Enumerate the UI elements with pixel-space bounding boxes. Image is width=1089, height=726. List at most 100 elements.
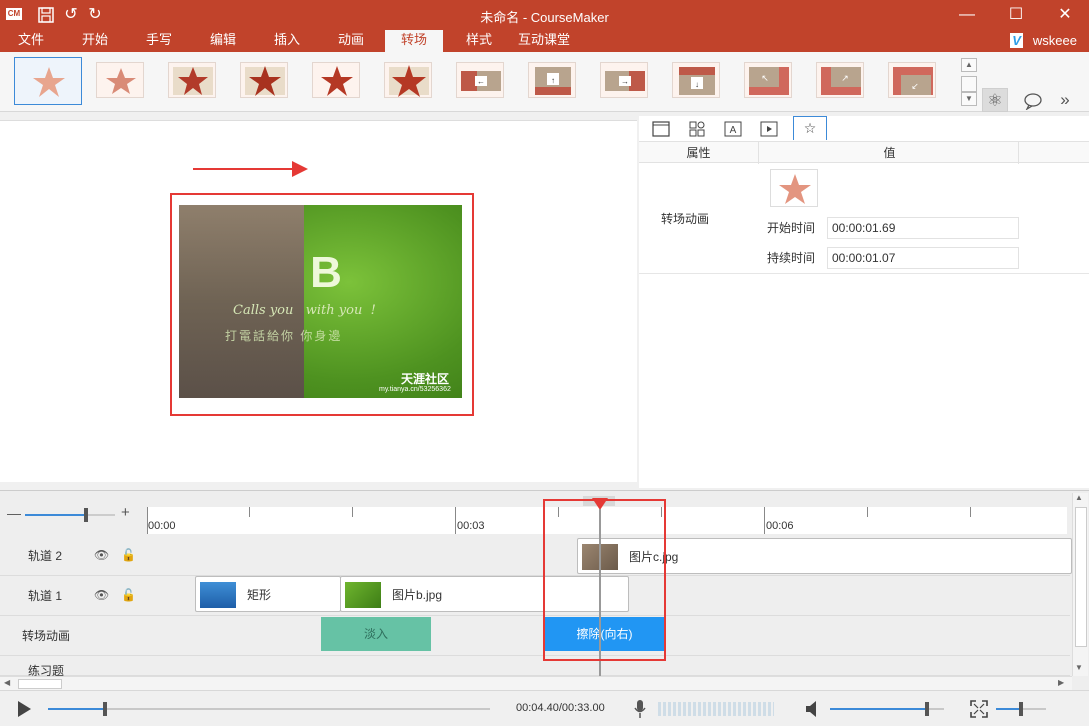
duration-field[interactable]: 00:00:01.07	[827, 247, 1019, 269]
tab-edit[interactable]: 编辑	[200, 30, 246, 52]
gallery-scroll-up[interactable]: ▲	[961, 58, 977, 72]
transition-push-right[interactable]: →	[600, 62, 648, 98]
lock-icon[interactable]: 🔓	[121, 588, 136, 602]
star-icon[interactable]: ☆	[793, 116, 827, 140]
clip-rectangle[interactable]: 矩形	[195, 576, 341, 612]
svg-text:↙: ↙	[911, 81, 919, 91]
transition-star-1[interactable]	[14, 57, 82, 105]
tab-file[interactable]: 文件	[8, 30, 54, 52]
user-account[interactable]: Vwskeee	[1010, 33, 1077, 48]
ruler-label: 00:06	[766, 520, 794, 532]
transition-track: 转场动画 淡入 擦除(向右)	[0, 616, 1070, 656]
close-button[interactable]: ✕	[1050, 4, 1080, 26]
tab-transition[interactable]: 转场	[385, 30, 443, 52]
transition-star-3[interactable]	[168, 62, 216, 98]
gallery-scroll-track[interactable]	[961, 76, 977, 92]
window-icon[interactable]	[649, 118, 673, 140]
start-time-field[interactable]: 00:00:01.69	[827, 217, 1019, 239]
timeline-panel: — + 00:00 00:03 00:06 轨道 2 👁 🔓 图片c.jpg 轨…	[0, 490, 1089, 691]
transition-cover-bottom-left[interactable]: ↙	[888, 62, 936, 98]
timeline-hscroll[interactable]: ◀ ▶	[0, 676, 1072, 691]
speaker-icon[interactable]	[804, 700, 822, 721]
ruler-label: 00:00	[148, 520, 176, 532]
track-name: 轨道 2	[28, 549, 63, 563]
progress-track[interactable]	[48, 702, 490, 716]
microphone-icon[interactable]	[633, 699, 647, 722]
timeline-zoom-handle[interactable]	[84, 508, 88, 522]
transition-cover-top-left[interactable]: ↖	[744, 62, 792, 98]
zoom-out-icon[interactable]: —	[7, 505, 21, 521]
hscroll-right[interactable]: ▶	[1058, 678, 1064, 687]
lock-icon[interactable]: 🔓	[121, 548, 136, 562]
transition-preview[interactable]	[770, 169, 818, 207]
ruler-tick	[352, 507, 353, 517]
tab-handwrite[interactable]: 手写	[136, 30, 182, 52]
transition-star-2[interactable]	[96, 62, 144, 98]
transition-push-down[interactable]: ↓	[672, 62, 720, 98]
tab-interactive-class[interactable]: 互动课堂	[512, 30, 576, 52]
slide-big-letter: B	[310, 248, 342, 297]
timeline-zoom-fill	[25, 514, 87, 516]
eye-icon[interactable]: 👁	[94, 588, 109, 602]
timeline-zoom-track[interactable]	[25, 508, 115, 522]
tab-insert[interactable]: 插入	[264, 30, 310, 52]
track-name: 轨道 1	[28, 589, 63, 603]
tab-animation[interactable]: 动画	[328, 30, 374, 52]
vscroll-up[interactable]: ▲	[1075, 493, 1083, 502]
playback-bar: 00:04.40/00:33.00	[0, 690, 1089, 726]
svg-text:↓: ↓	[695, 80, 699, 89]
expand-panel-icon[interactable]: »	[1052, 88, 1078, 112]
ruler-tick	[867, 507, 868, 517]
atom-icon[interactable]: ⚛	[982, 88, 1008, 112]
video-icon[interactable]	[757, 118, 781, 140]
tab-style[interactable]: 样式	[456, 30, 502, 52]
watermark-text: 天涯社区	[401, 372, 450, 386]
minimize-button[interactable]: —	[952, 4, 982, 26]
transition-star-5[interactable]	[312, 62, 360, 98]
ruler-tick	[249, 507, 250, 517]
slide-preview[interactable]: B Calls you with you ! 打電話給你 你身邊 天涯社区 my…	[179, 205, 462, 398]
clip-thumbnail	[345, 582, 381, 608]
ruler-major-tick	[455, 507, 456, 534]
eye-icon[interactable]: 👁	[94, 548, 109, 562]
vscroll-thumb[interactable]	[1075, 507, 1087, 647]
ruler-major-tick	[764, 507, 765, 534]
transition-star-4[interactable]	[240, 62, 288, 98]
user-logo-icon: V	[1010, 33, 1023, 48]
track-1: 轨道 1 👁 🔓 矩形 图片b.jpg	[0, 576, 1070, 616]
progress-handle[interactable]	[103, 702, 108, 716]
play-icon[interactable]	[16, 700, 32, 721]
vscroll-down[interactable]: ▼	[1075, 663, 1083, 672]
text-icon[interactable]: A	[721, 118, 745, 140]
volume-track[interactable]	[830, 702, 944, 716]
svg-text:↖: ↖	[761, 73, 769, 83]
zoom-in-icon[interactable]: +	[121, 504, 130, 521]
volume-handle[interactable]	[924, 702, 929, 716]
hscroll-left[interactable]: ◀	[4, 678, 10, 687]
clip-label: 矩形	[247, 588, 272, 602]
comment-icon[interactable]	[1020, 88, 1046, 112]
quiz-track: 练习题	[0, 656, 1070, 678]
grid-icon[interactable]	[685, 118, 709, 140]
timeline-vscroll[interactable]: ▲ ▼	[1072, 493, 1088, 676]
svg-text:←: ←	[477, 77, 485, 86]
transition-fade-in[interactable]: 淡入	[321, 617, 431, 651]
transition-row-label: 转场动画	[661, 212, 710, 226]
menu-bar: 文件 开始 手写 编辑 插入 动画 转场 样式 互动课堂 Vwskeee	[0, 30, 1089, 52]
transition-cover-top-right[interactable]: ↗	[816, 62, 864, 98]
zoom-handle[interactable]	[1019, 702, 1023, 716]
slide-text-main: Calls you with you !	[233, 303, 376, 318]
transition-push-up[interactable]: ↑	[528, 62, 576, 98]
transition-star-6[interactable]	[384, 62, 432, 98]
volume-fill	[830, 708, 927, 710]
properties-header: 属性 值	[639, 141, 1089, 164]
maximize-button[interactable]: ☐	[1001, 4, 1031, 26]
ruler-label: 00:03	[457, 520, 485, 532]
tab-start[interactable]: 开始	[72, 30, 118, 52]
fullscreen-icon[interactable]	[970, 700, 988, 721]
transition-push-left[interactable]: ←	[456, 62, 504, 98]
zoom-track[interactable]	[996, 702, 1046, 716]
svg-text:A: A	[730, 125, 737, 136]
gallery-scroll-down[interactable]: ▼	[961, 92, 977, 106]
hscroll-thumb[interactable]	[18, 679, 62, 689]
